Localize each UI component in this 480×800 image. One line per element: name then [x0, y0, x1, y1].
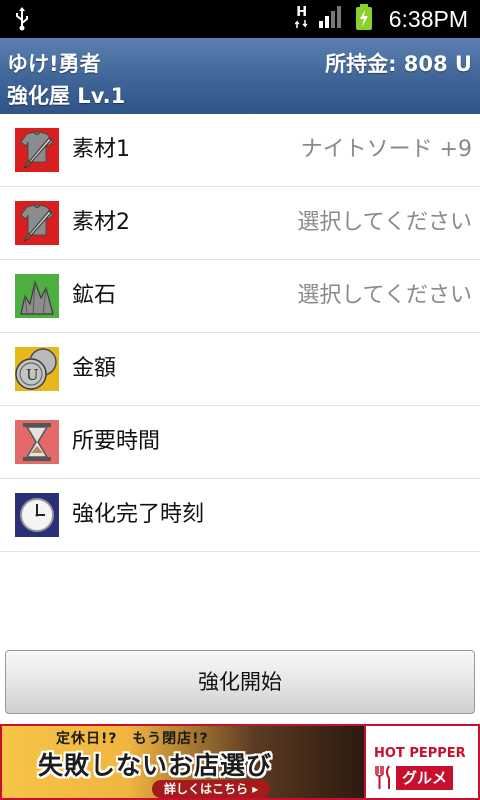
hourglass-icon [15, 420, 59, 464]
item-value: 選択してください [297, 283, 472, 308]
start-enhance-button[interactable]: 強化開始 [5, 650, 475, 714]
list-item-material-1[interactable]: 素材1 ナイトソード +9 [0, 114, 480, 187]
list-item-required-time: 所要時間 [0, 406, 480, 479]
status-bar: H 6:38PM [0, 0, 480, 38]
item-label: 強化完了時刻 [72, 502, 205, 527]
armor-sword-icon [15, 128, 59, 172]
ad-creative[interactable]: 定休日!? もう閉店!? 失敗しないお店選び 詳しくはこちら ▸ [2, 726, 364, 798]
usb-icon [14, 6, 30, 36]
shop-level: 強化屋 Lv.1 [7, 84, 126, 108]
svg-text:U: U [26, 366, 39, 384]
app-title: ゆけ!勇者 [7, 52, 101, 76]
clock-time: 6:38PM [388, 5, 468, 32]
ad-details-link[interactable]: 詳しくはこちら ▸ [152, 780, 271, 798]
item-label: 素材1 [72, 137, 130, 162]
item-label: 素材2 [72, 210, 130, 235]
item-label: 金額 [72, 356, 117, 381]
list-item-material-2[interactable]: 素材2 選択してください [0, 187, 480, 260]
ad-brand-name: HOT PEPPER [374, 746, 466, 761]
item-value: 選択してください [297, 210, 472, 235]
ad-top-text: 定休日!? もう閉店!? [56, 731, 209, 747]
item-label: 所要時間 [72, 429, 161, 454]
network-type-indicator: H [294, 6, 309, 32]
ad-main-text: 失敗しないお店選び [38, 751, 273, 780]
enhance-settings-list: 素材1 ナイトソード +9 素材2 選択してください 鉱石 選択してください U… [0, 114, 480, 552]
armor-sword-icon [15, 201, 59, 245]
item-label: 鉱石 [72, 283, 117, 308]
ad-brand-logo[interactable]: HOT PEPPER グルメ [366, 726, 478, 798]
clock-icon [15, 493, 59, 537]
list-item-ore[interactable]: 鉱石 選択してください [0, 260, 480, 333]
list-item-cost: U 金額 [0, 333, 480, 406]
coins-icon: U [15, 347, 59, 391]
fork-knife-icon [375, 764, 393, 794]
battery-charging-icon [355, 4, 373, 34]
app-header: ゆけ!勇者 所持金: 808 U 強化屋 Lv.1 [0, 38, 480, 114]
ore-crystal-icon [15, 274, 59, 318]
signal-strength-icon [318, 6, 345, 32]
item-value: ナイトソード +9 [300, 137, 472, 162]
list-item-completion-time: 強化完了時刻 [0, 479, 480, 552]
ad-brand-sub: グルメ [396, 766, 454, 790]
money-display: 所持金: 808 U [325, 52, 472, 76]
ad-banner[interactable]: 定休日!? もう閉店!? 失敗しないお店選び 詳しくはこちら ▸ HOT PEP… [0, 724, 480, 800]
